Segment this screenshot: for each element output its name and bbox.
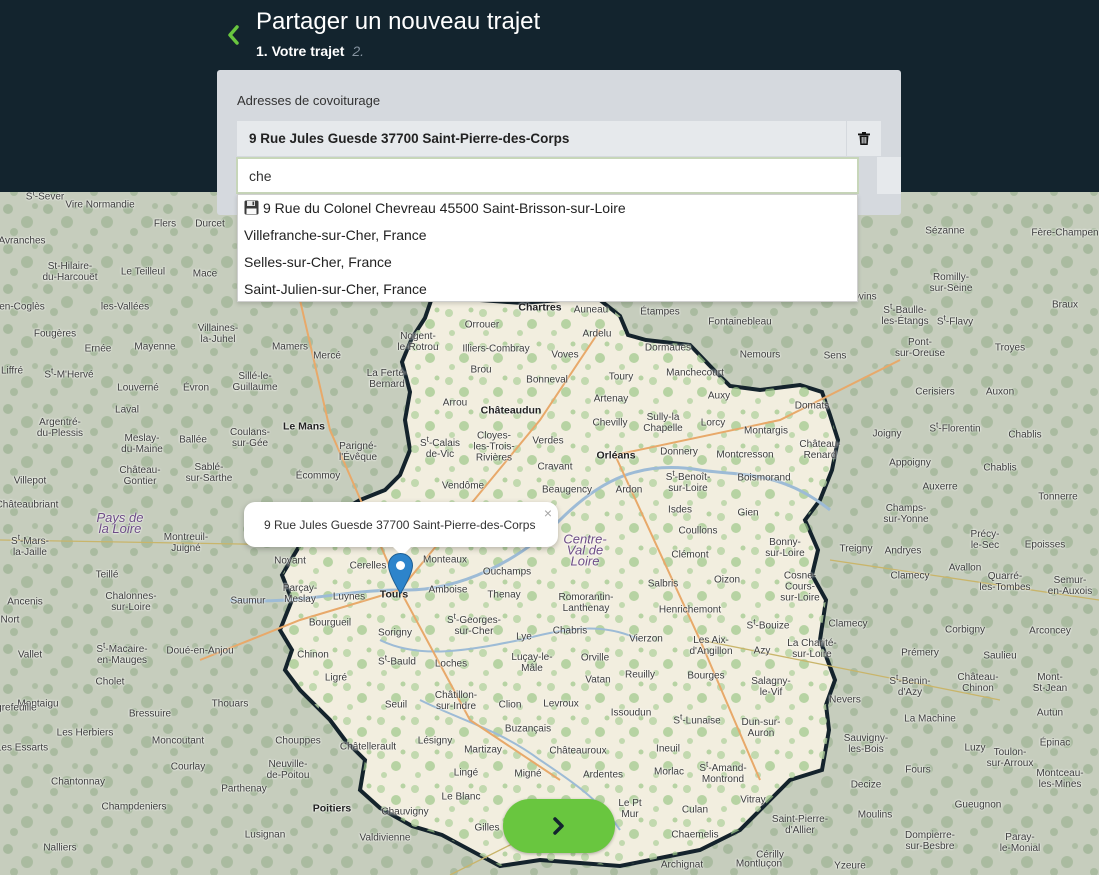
back-button[interactable] <box>223 22 245 48</box>
chevron-right-icon <box>553 817 564 835</box>
map-marker[interactable] <box>387 552 414 595</box>
autocomplete-item[interactable]: Saint-Julien-sur-Cher, France <box>238 276 857 303</box>
address-text: 9 Rue Jules Guesde 37700 Saint-Pierre-de… <box>249 131 570 146</box>
map-popup: 9 Rue Jules Guesde 37700 Saint-Pierre-de… <box>244 502 558 556</box>
panel-label: Adresses de covoiturage <box>237 93 381 108</box>
step-indicator: 1. Votre trajet 2. <box>256 43 364 59</box>
floppy-disk-icon <box>244 197 259 224</box>
autocomplete-item[interactable]: Selles-sur-Cher, France <box>238 249 857 276</box>
autocomplete-item-label: 9 Rue du Colonel Chevreau 45500 Saint-Br… <box>263 200 626 216</box>
address-search-input[interactable] <box>236 157 859 194</box>
popup-text: 9 Rue Jules Guesde 37700 Saint-Pierre-de… <box>264 518 536 532</box>
address-item[interactable]: 9 Rue Jules Guesde 37700 Saint-Pierre-de… <box>237 121 881 156</box>
map-pin-icon <box>387 552 414 595</box>
step-current: 1. Votre trajet <box>256 43 345 59</box>
popup-close-button[interactable]: × <box>544 506 552 520</box>
autocomplete-dropdown: 9 Rue du Colonel Chevreau 45500 Saint-Br… <box>237 194 858 302</box>
step-next[interactable]: 2. <box>352 43 364 59</box>
chevron-left-icon <box>228 25 239 45</box>
next-step-button[interactable] <box>503 799 615 853</box>
autocomplete-item[interactable]: Villefranche-sur-Cher, France <box>238 222 857 249</box>
panel-side-strip <box>877 157 901 194</box>
trash-icon <box>858 132 870 145</box>
autocomplete-item-saved[interactable]: 9 Rue du Colonel Chevreau 45500 Saint-Br… <box>238 195 857 222</box>
page-title: Partager un nouveau trajet <box>256 8 541 35</box>
delete-address-button[interactable] <box>846 121 881 156</box>
